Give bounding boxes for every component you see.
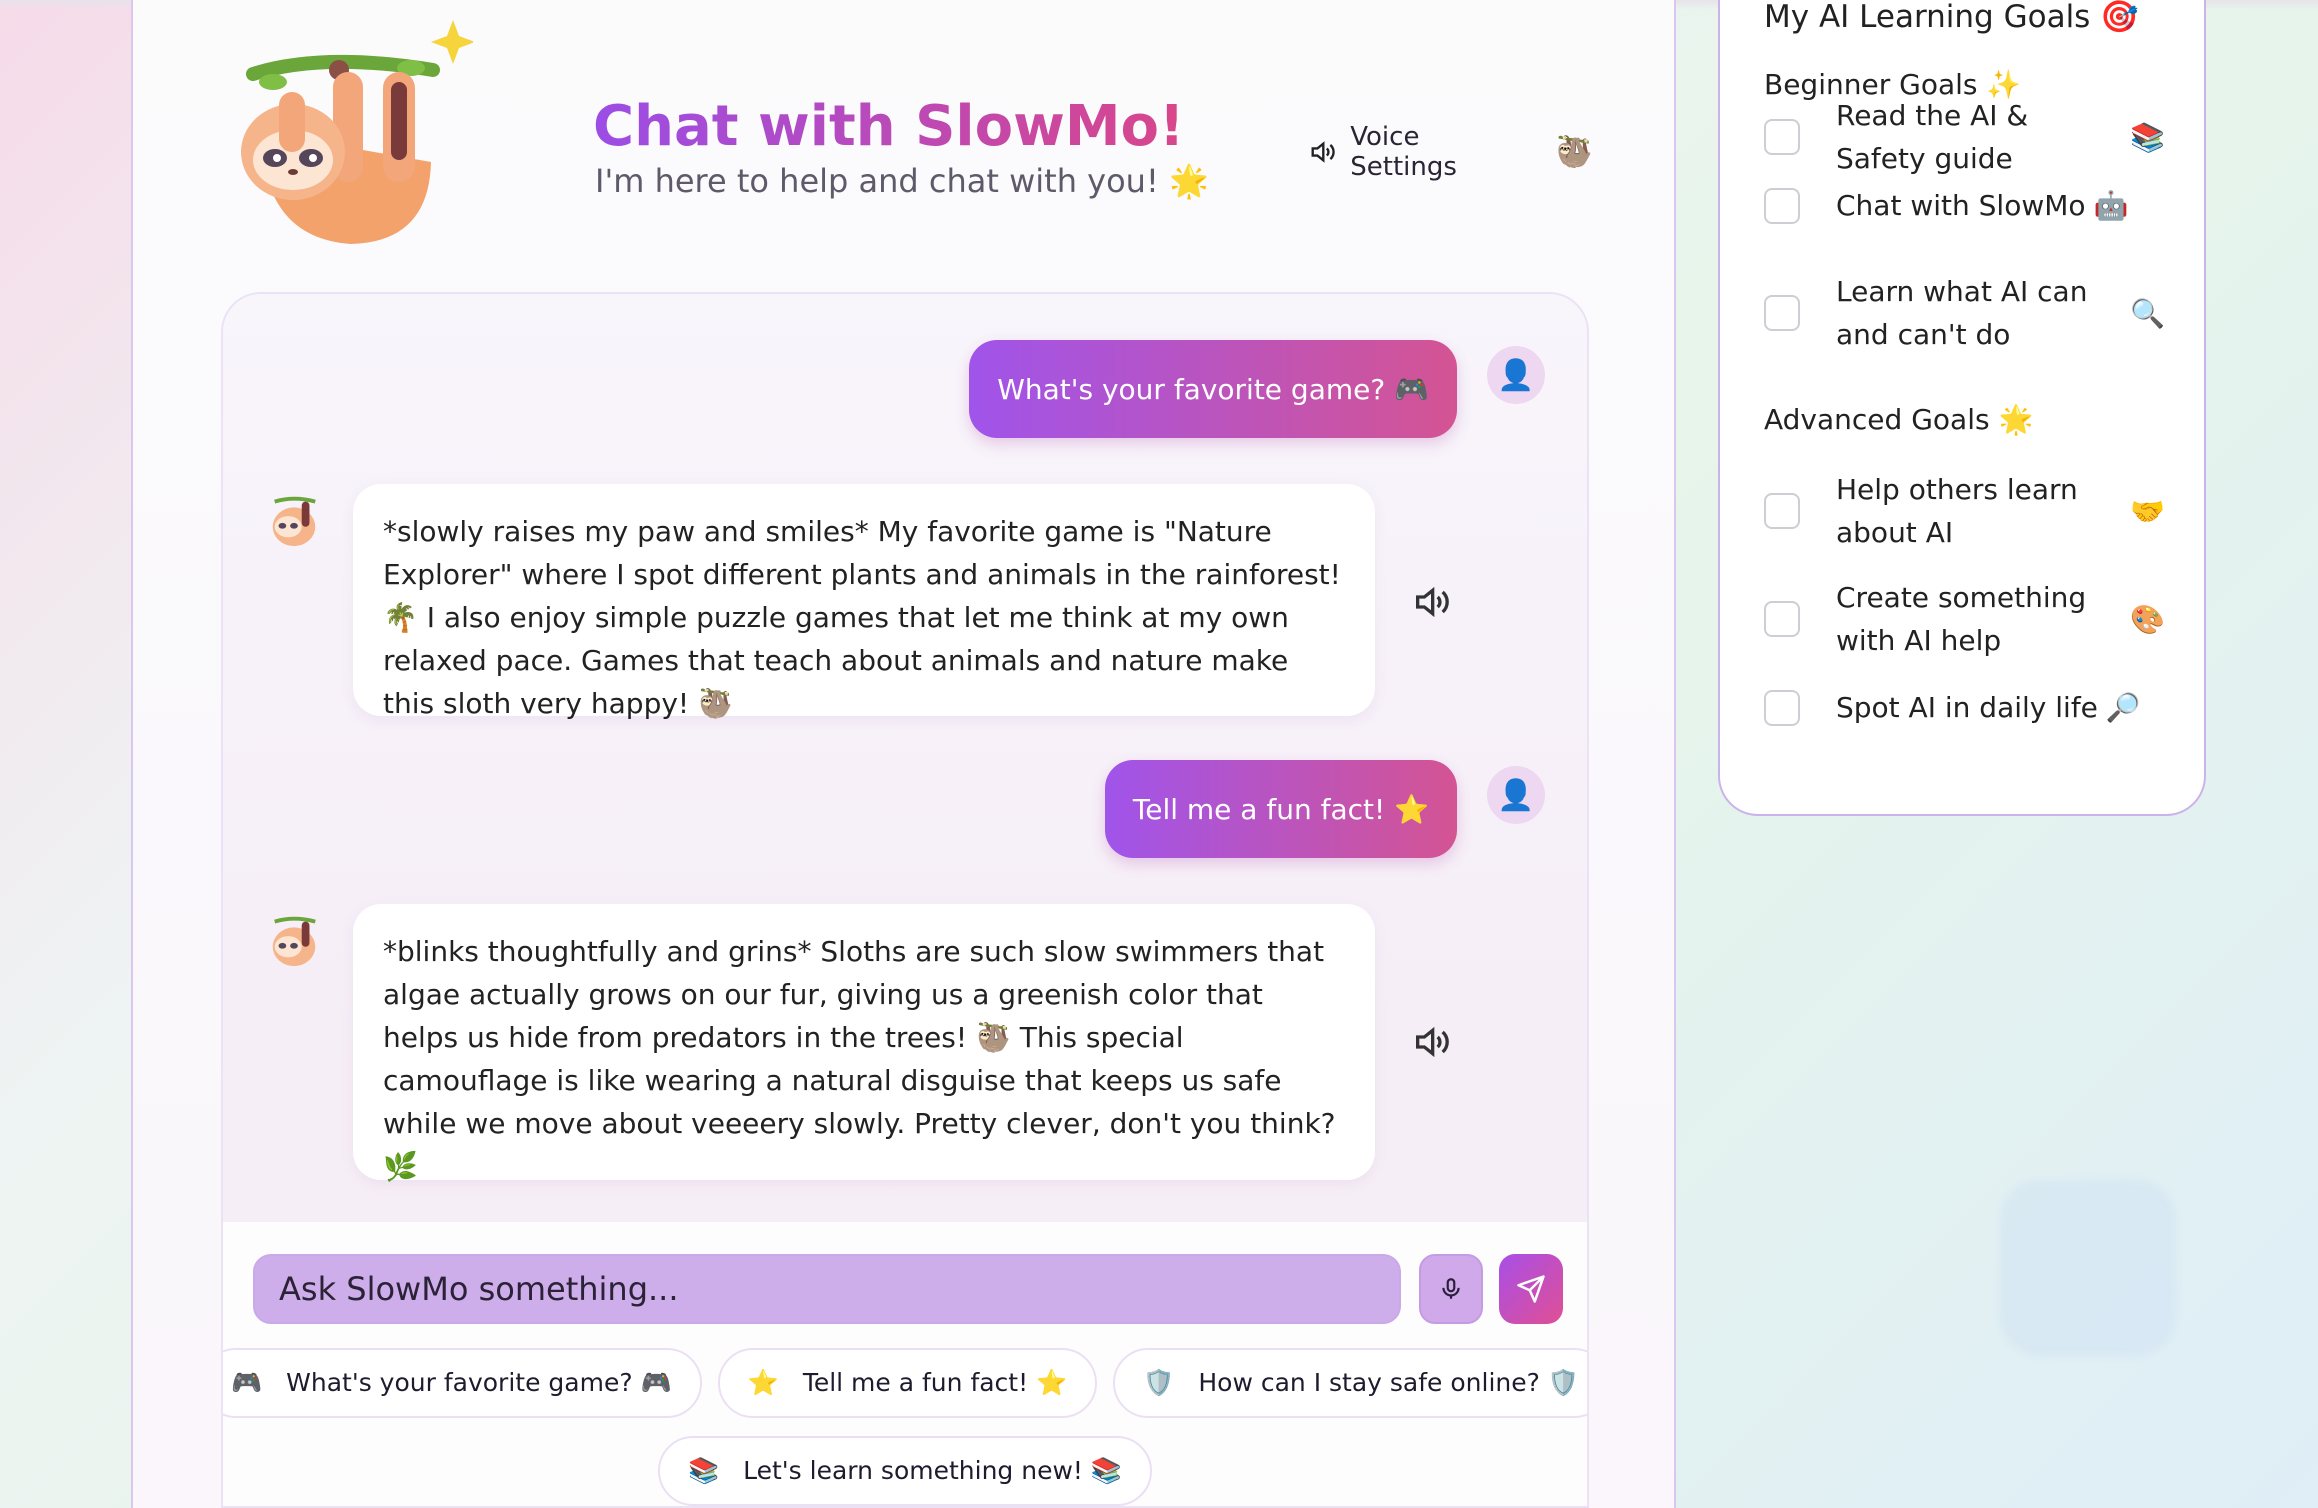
books-icon: 📚 [687, 1456, 720, 1485]
send-button[interactable] [1499, 1254, 1563, 1324]
palette-icon: 🎨 [2130, 602, 2165, 636]
user-message: Tell me a fun fact! ⭐ [1104, 760, 1457, 858]
quick-prompt-row: 📚 Let's learn something new! 📚 [223, 1436, 1587, 1506]
goal-checkbox[interactable] [1764, 295, 1800, 331]
goal-label: Chat with SlowMo [1836, 189, 2086, 222]
quick-prompt-button[interactable]: 📚 Let's learn something new! 📚 [657, 1436, 1152, 1506]
quick-prompt-label: Let's learn something new! 📚 [743, 1456, 1122, 1485]
handshake-icon: 🤝 [2130, 494, 2165, 528]
goal-label: Learn what AI can and can't do [1836, 275, 2088, 351]
goal-item[interactable]: Learn what AI can and can't do 🔍 [1764, 270, 2165, 356]
goal-checkbox[interactable] [1764, 187, 1800, 224]
chat-input-area: 🎮 What's your favorite game? 🎮 ⭐ Tell me… [223, 1222, 1587, 1506]
microphone-button[interactable] [1419, 1254, 1483, 1324]
user-message: What's your favorite game? 🎮 [969, 340, 1457, 438]
quick-prompt-button[interactable]: 🎮 What's your favorite game? 🎮 [223, 1348, 702, 1418]
shield-icon: 🛡️ [1143, 1368, 1175, 1397]
magnifier-icon: 🔍 [2130, 296, 2165, 330]
star-icon: ⭐ [747, 1368, 779, 1397]
send-icon [1517, 1275, 1545, 1303]
page-title: Chat with SlowMo! [593, 94, 1185, 159]
sloth-emoji-icon: 🦥 [1555, 134, 1593, 170]
microphone-icon [1442, 1278, 1460, 1299]
goal-checkbox[interactable] [1764, 493, 1800, 529]
sloth-avatar-icon [272, 916, 316, 967]
chat-input[interactable] [253, 1254, 1401, 1324]
goal-item[interactable]: Spot AI in daily life 🔎 [1764, 686, 2164, 729]
quick-prompt-button[interactable]: 🛡️ How can I stay safe online? 🛡️ [1113, 1348, 1587, 1418]
page-subtitle: I'm here to help and chat with you! 🌟 [595, 162, 1209, 200]
goal-label: Create something with AI help [1836, 581, 2087, 657]
sloth-avatar-icon [272, 496, 316, 547]
speaker-button[interactable] [1411, 1022, 1451, 1062]
quick-prompt-label: How can I stay safe online? 🛡️ [1198, 1368, 1579, 1397]
user-avatar-icon: 👤 [1487, 766, 1545, 824]
background-decoration [2000, 1180, 2176, 1356]
quick-prompt-label: Tell me a fun fact! ⭐ [802, 1368, 1068, 1397]
voice-settings-label: Voice Settings [1350, 122, 1457, 182]
bot-message: *slowly raises my paw and smiles* My fav… [353, 484, 1375, 720]
user-avatar-icon: 👤 [1487, 346, 1545, 404]
bot-message: *blinks thoughtfully and grins* Sloths a… [353, 904, 1375, 1183]
game-controller-icon: 🎮 [231, 1368, 263, 1397]
chat-panel: Chat with SlowMo! I'm here to help and c… [131, 0, 1676, 1508]
goal-checkbox[interactable] [1764, 601, 1800, 637]
chat-message-list[interactable]: What's your favorite game? 🎮 👤 *slowly r… [221, 292, 1589, 1508]
advanced-goals-heading: Advanced Goals 🌟 [1764, 403, 2034, 436]
goal-label: Help others learn about AI [1836, 473, 2078, 549]
goal-checkbox[interactable] [1764, 119, 1800, 155]
magnifier-icon: 🔎 [2105, 691, 2141, 724]
quick-prompt-button[interactable]: ⭐ Tell me a fun fact! ⭐ [717, 1348, 1098, 1418]
learning-goals-panel: My AI Learning Goals 🎯 Beginner Goals ✨ … [1718, 0, 2206, 816]
chat-header: Chat with SlowMo! I'm here to help and c… [233, 12, 1593, 252]
books-icon: 📚 [2130, 120, 2165, 154]
goal-checkbox[interactable] [1764, 689, 1800, 726]
goal-item[interactable]: Help others learn about AI 🤝 [1764, 468, 2165, 554]
speaker-icon [1311, 141, 1335, 163]
goals-title: My AI Learning Goals 🎯 [1764, 0, 2139, 35]
goal-item[interactable]: Chat with SlowMo 🤖 [1764, 184, 2164, 227]
goal-label: Read the AI & Safety guide [1836, 99, 2029, 175]
voice-settings-button[interactable]: Voice Settings 🦥 [1308, 122, 1593, 182]
goal-label: Spot AI in daily life [1836, 691, 2098, 724]
goal-item[interactable]: Create something with AI help 🎨 [1764, 576, 2165, 662]
quick-prompt-row: 🎮 What's your favorite game? 🎮 ⭐ Tell me… [223, 1348, 1587, 1418]
robot-icon: 🤖 [2093, 189, 2129, 222]
goal-item[interactable]: Read the AI & Safety guide 📚 [1764, 94, 2165, 180]
speaker-button[interactable] [1411, 582, 1451, 622]
quick-prompt-label: What's your favorite game? 🎮 [286, 1368, 672, 1397]
sloth-mascot-icon [241, 20, 473, 244]
